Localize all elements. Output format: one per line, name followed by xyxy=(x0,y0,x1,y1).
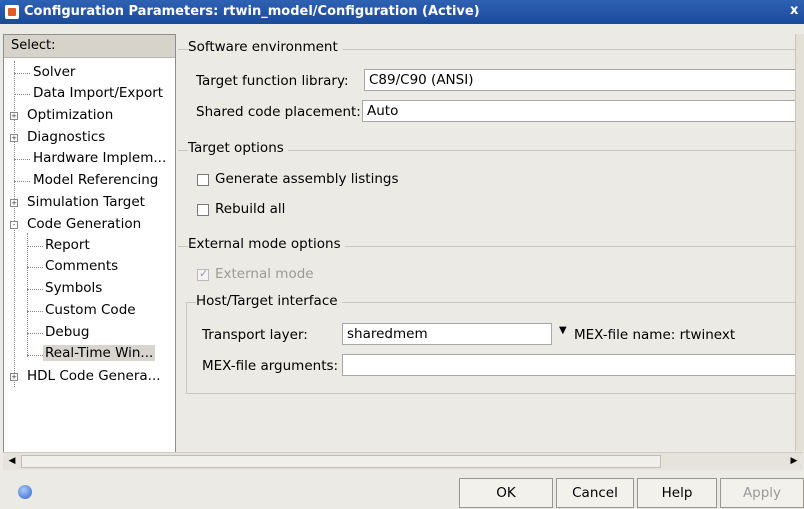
title-bar: Configuration Parameters: rtwin_model/Co… xyxy=(0,0,804,24)
scroll-left-arrow-icon[interactable]: ◀ xyxy=(5,454,19,468)
rebuild-all-checkbox[interactable] xyxy=(197,204,209,216)
help-button[interactable]: Help xyxy=(637,478,717,508)
tree-item-optimization[interactable]: Optimization xyxy=(27,107,113,123)
apply-button[interactable]: Apply xyxy=(720,478,804,508)
transport-layer-dropdown[interactable]: sharedmem xyxy=(342,323,552,345)
group-title-external-mode-options: External mode options xyxy=(188,236,345,252)
tree-item-custom-code[interactable]: Custom Code xyxy=(45,302,136,318)
tree-branch xyxy=(14,159,30,160)
tree-item-symbols[interactable]: Symbols xyxy=(45,280,102,296)
tree-item-diagnostics[interactable]: Diagnostics xyxy=(27,129,105,145)
rebuild-all-label: Rebuild all xyxy=(215,201,286,217)
tree-branch xyxy=(27,333,43,334)
checkmark-icon: ✓ xyxy=(199,267,209,280)
mex-file-name-label: MEX-file name: rtwinext xyxy=(574,327,736,343)
tree-header-label: Select: xyxy=(11,38,56,53)
tree-item-real-time-windows-target[interactable]: Real-Time Win... xyxy=(43,345,156,361)
tree-item-data-import-export[interactable]: Data Import/Export xyxy=(33,85,163,101)
external-mode-checkbox[interactable]: ✓ xyxy=(197,267,209,281)
group-title-target-options: Target options xyxy=(188,140,288,156)
shared-code-placement-label: Shared code placement: xyxy=(196,104,361,120)
ok-button[interactable]: OK xyxy=(459,478,553,508)
tree-header: Select: xyxy=(4,35,175,58)
cancel-button[interactable]: Cancel xyxy=(556,478,634,508)
generate-assembly-listings-label: Generate assembly listings xyxy=(215,171,399,187)
mex-file-arguments-field[interactable] xyxy=(342,354,796,376)
transport-layer-label: Transport layer: xyxy=(202,327,308,343)
expand-icon[interactable]: + xyxy=(10,134,18,142)
scroll-right-arrow-icon[interactable]: ▶ xyxy=(787,454,801,468)
external-mode-label: External mode xyxy=(215,266,314,282)
tree-branch xyxy=(14,94,30,95)
transport-layer-value: sharedmem xyxy=(347,326,428,342)
tree-item-model-referencing[interactable]: Model Referencing xyxy=(33,172,158,188)
tree-item-code-generation[interactable]: Code Generation xyxy=(27,216,141,232)
tree-branch xyxy=(14,73,30,74)
mex-file-arguments-label: MEX-file arguments: xyxy=(202,358,339,374)
tree-branch xyxy=(14,181,30,182)
simulink-app-icon xyxy=(5,5,19,19)
vertical-scrollbar[interactable] xyxy=(795,34,804,451)
tree-item-hdl-code-generation[interactable]: HDL Code Genera... xyxy=(27,368,161,384)
horizontal-scrollbar[interactable]: ◀ ▶ xyxy=(3,452,803,470)
tree-item-hardware-implementation[interactable]: Hardware Implem... xyxy=(33,150,166,166)
tree-connector xyxy=(27,233,28,357)
expand-icon[interactable]: + xyxy=(10,373,18,381)
group-title-host-target-interface: Host/Target interface xyxy=(196,293,342,309)
group-title-software-environment: Software environment xyxy=(188,39,342,55)
expand-icon[interactable]: + xyxy=(10,199,18,207)
tree-branch xyxy=(27,311,43,312)
shared-code-placement-field[interactable]: Auto xyxy=(362,100,796,122)
window-title: Configuration Parameters: rtwin_model/Co… xyxy=(24,4,480,19)
category-tree: Select: Solver Data Import/Export + Opti… xyxy=(3,34,176,453)
tree-branch xyxy=(27,355,43,356)
tree-item-solver[interactable]: Solver xyxy=(33,64,75,80)
tree-item-comments[interactable]: Comments xyxy=(45,258,118,274)
tree-item-simulation-target[interactable]: Simulation Target xyxy=(27,194,145,210)
tree-branch xyxy=(27,289,43,290)
generate-assembly-listings-checkbox[interactable] xyxy=(197,174,209,186)
target-function-library-label: Target function library: xyxy=(196,73,349,89)
scroll-thumb[interactable] xyxy=(21,455,661,468)
close-icon[interactable]: x xyxy=(790,3,798,18)
settings-pane: Software environment Target function lib… xyxy=(176,34,796,451)
target-function-library-field[interactable]: C89/C90 (ANSI) xyxy=(364,69,796,91)
collapse-icon[interactable]: - xyxy=(10,221,18,229)
host-target-interface-group xyxy=(186,302,796,394)
expand-icon[interactable]: + xyxy=(10,112,18,120)
dropdown-arrow-icon[interactable]: ▼ xyxy=(559,325,567,336)
tree-item-report[interactable]: Report xyxy=(45,237,90,253)
tree-item-debug[interactable]: Debug xyxy=(45,324,89,340)
tree-branch xyxy=(27,246,43,247)
tree-branch xyxy=(27,267,43,268)
help-question-icon[interactable] xyxy=(18,485,32,499)
